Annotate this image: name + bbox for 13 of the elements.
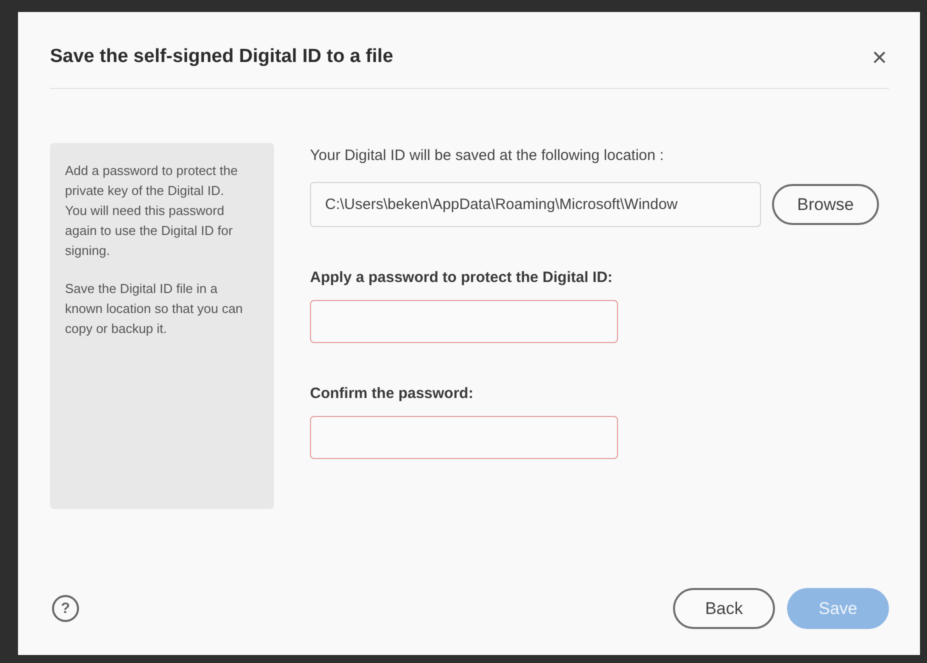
password-field[interactable] bbox=[310, 416, 618, 459]
field-label: Confirm the password: bbox=[310, 385, 474, 402]
field-label: Apply a password to protect the Digital ID: bbox=[310, 269, 614, 286]
dialog-title: Save the self-signed Digital ID to a file bbox=[50, 46, 394, 68]
help-icon[interactable]: ? bbox=[52, 595, 79, 622]
info-text: Save the Digital ID file in a known location so that you can copy or backup it. bbox=[65, 280, 244, 338]
info-text: Add a password to protect the private key of the Digital ID. You will need this password again to use the Digital ID for signing. bbox=[65, 162, 239, 260]
path-field[interactable]: C:\Users\beken\AppData\Roaming\Microsoft\Window bbox=[310, 182, 761, 227]
close-button[interactable]: × bbox=[870, 44, 889, 70]
password-field[interactable] bbox=[310, 300, 618, 343]
back-button[interactable]: Back bbox=[673, 588, 775, 629]
location-label: Your Digital ID will be saved at the following location : bbox=[310, 147, 665, 164]
browse-button[interactable]: Browse bbox=[772, 184, 879, 225]
